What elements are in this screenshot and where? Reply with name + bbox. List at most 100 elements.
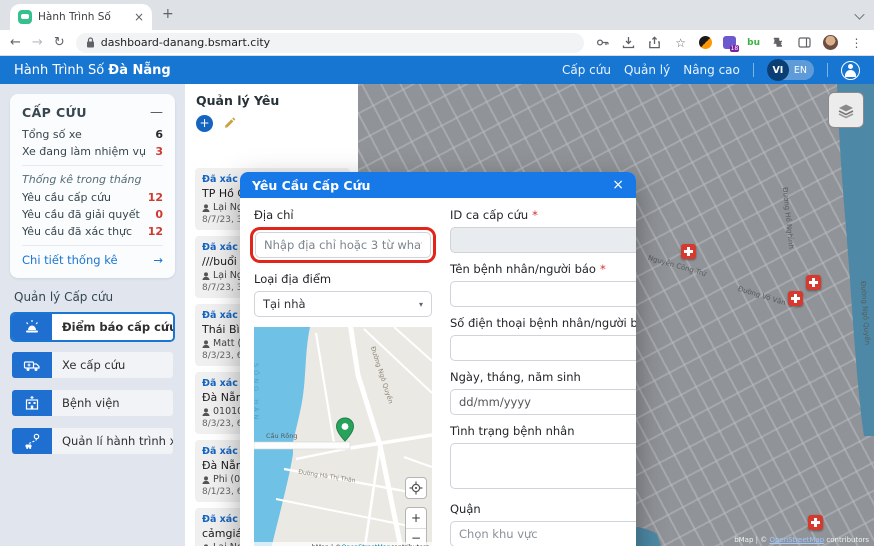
sidebar-item-diem-bao-cap-cuu[interactable]: Điểm báo cấp cứu [10, 312, 175, 342]
language-toggle[interactable]: VI EN [766, 59, 814, 81]
nav-quan-ly[interactable]: Quản lý [624, 63, 670, 77]
stat-label: Tổng số xe [22, 128, 82, 141]
side-panel-icon[interactable] [797, 35, 812, 50]
attr-suffix: contributors [824, 536, 869, 544]
case-id-input[interactable] [450, 227, 636, 253]
collapse-icon[interactable]: — [150, 106, 163, 119]
password-key-icon[interactable] [595, 35, 610, 50]
tab-close-icon[interactable]: × [134, 10, 144, 24]
forward-icon[interactable]: → [32, 36, 43, 49]
route-icon [12, 428, 52, 454]
extension-purple-icon[interactable]: 18 [723, 36, 740, 52]
bridge-label: Cầu Rồng [266, 432, 298, 440]
browser-tab-bar: Hành Trình Số × + [0, 0, 874, 30]
hospital-icon [12, 390, 52, 416]
extension-orange-icon[interactable] [699, 36, 713, 49]
hospital-marker[interactable] [681, 244, 696, 259]
address-bar[interactable]: dashboard-danang.bsmart.city [75, 32, 585, 53]
tab-title: Hành Trình Số [38, 11, 111, 23]
download-icon[interactable] [621, 35, 636, 50]
dob-placeholder: dd/mm/yyyy [459, 395, 531, 409]
modal-title: Yêu Cầu Cấp Cứu [252, 177, 371, 193]
extensions-puzzle-icon[interactable] [771, 35, 786, 50]
phone-label: Số điện thoại bệnh nhân/người báo* [450, 316, 636, 331]
sidebar-item-benh-vien[interactable]: Bệnh viện [10, 388, 175, 418]
condition-label: Tình trạng bệnh nhân [450, 424, 575, 438]
emergency-stats-card: CẤP CỨU — Tổng số xe 6 Xe đang làm nhiệm … [10, 94, 175, 278]
app-title: Hành Trình Số Đà Nẵng [14, 63, 171, 78]
app-title-prefix: Hành Trình Số [14, 62, 109, 78]
lang-vi[interactable]: VI [766, 59, 789, 81]
emergency-request-modal: Yêu Cầu Cấp Cứu × Địa chỉ Loại địa điểm … [240, 172, 636, 546]
nav-nang-cao[interactable]: Nâng cao [683, 63, 740, 77]
browser-url-bar: ← → ↻ dashboard-danang.bsmart.city ☆ 18 … [0, 30, 874, 56]
required-mark: * [599, 262, 606, 276]
location-type-select[interactable]: Tại nhà ▾ [254, 291, 432, 317]
phone-input[interactable] [450, 335, 636, 361]
detail-link-label: Chi tiết thống kê [22, 253, 118, 267]
zoom-controls: + − [405, 507, 427, 546]
hospital-marker[interactable] [806, 275, 821, 290]
close-icon[interactable]: × [612, 178, 624, 192]
extension-badge: 18 [729, 45, 740, 52]
reload-icon[interactable]: ↻ [54, 36, 65, 49]
person-icon [202, 475, 210, 484]
modal-map[interactable]: SÔNG HÀN Cầu Rồng Đường Ngô Quyền Đường … [254, 327, 432, 546]
dob-label: Ngày, tháng, năm sinh [450, 370, 581, 384]
siren-icon [12, 314, 52, 340]
district-placeholder: Chọn khu vực [459, 527, 538, 541]
lang-en[interactable]: EN [789, 65, 807, 76]
tab-search-icon[interactable] [854, 9, 865, 20]
sidebar-item-hanh-trinh-xe[interactable]: Quản lí hành trình xe [10, 426, 175, 456]
layers-icon [838, 104, 854, 119]
browser-menu-icon[interactable]: ⋮ [849, 35, 864, 50]
person-icon [202, 203, 210, 212]
back-icon[interactable]: ← [10, 36, 21, 49]
divider [827, 63, 828, 77]
stat-value: 12 [147, 191, 163, 204]
dob-input[interactable]: dd/mm/yyyy [450, 389, 636, 415]
person-icon [202, 339, 210, 348]
locate-button[interactable] [405, 477, 427, 499]
add-request-button[interactable]: + [196, 115, 213, 132]
month-stats-title: Thống kê trong tháng [22, 173, 142, 186]
patient-name-label: Tên bệnh nhân/người báo * [450, 262, 636, 277]
main-area: Nguyễn Công Trứ Đường Võ Văn Đường Hồ Ng… [0, 84, 874, 546]
stat-label: Yêu cầu đã xác thực [22, 225, 133, 238]
zoom-in-button[interactable]: + [406, 508, 426, 529]
sidebar-item-xe-cap-cuu[interactable]: Xe cấp cứu [10, 350, 175, 380]
target-icon [409, 481, 423, 495]
divider [22, 245, 163, 246]
share-icon[interactable] [647, 35, 662, 50]
modal-header: Yêu Cầu Cấp Cứu × [240, 172, 636, 198]
edit-button[interactable] [223, 115, 240, 132]
user-avatar-icon[interactable] [841, 60, 860, 80]
divider [22, 165, 163, 166]
hospital-marker[interactable] [808, 515, 823, 530]
stat-label: Yêu cầu đã giải quyết [22, 208, 140, 221]
label-text: Tên bệnh nhân/người báo [450, 262, 596, 276]
nav-cap-cuu[interactable]: Cấp cứu [562, 63, 611, 77]
address-label: Địa chỉ [254, 208, 294, 222]
stat-value: 3 [155, 145, 163, 158]
osm-link[interactable]: OpenStreetMap [769, 536, 824, 544]
browser-tab[interactable]: Hành Trình Số × [10, 4, 152, 30]
extension-bu-icon[interactable]: bu [747, 38, 760, 48]
location-pin-icon[interactable] [334, 417, 356, 443]
screen: Hành Trình Số × + ← → ↻ dashboard-danang… [0, 0, 874, 546]
patient-name-input[interactable] [450, 281, 636, 307]
stats-detail-link[interactable]: Chi tiết thống kê → [22, 253, 163, 267]
request-list-title: Quản lý Yêu [196, 93, 280, 108]
lock-icon [86, 37, 94, 48]
tab-favicon [18, 10, 32, 24]
new-tab-button[interactable]: + [162, 6, 174, 22]
district-select[interactable]: Chọn khu vực ▾ [450, 521, 636, 546]
hospital-marker[interactable] [788, 291, 803, 306]
map-layers-button[interactable] [828, 92, 864, 128]
browser-profile-avatar[interactable] [823, 35, 838, 50]
river-label: SÔNG HÀN [254, 363, 260, 423]
bookmark-star-icon[interactable]: ☆ [673, 35, 688, 50]
address-input[interactable] [255, 232, 431, 258]
condition-textarea[interactable] [450, 443, 636, 489]
annotation-highlight [250, 227, 436, 263]
